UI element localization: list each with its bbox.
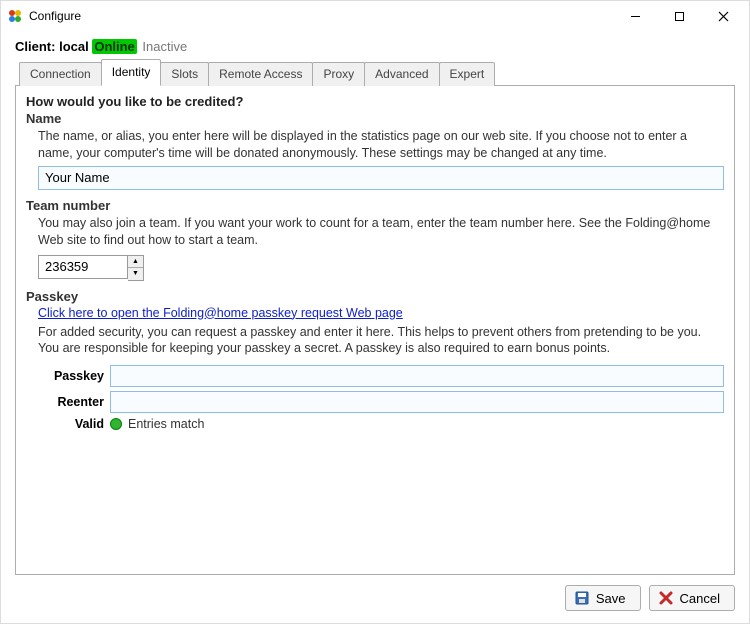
save-button[interactable]: Save	[565, 585, 641, 611]
passkey-group-title: Passkey	[26, 289, 724, 304]
name-desc: The name, or alias, you enter here will …	[38, 128, 724, 162]
name-group: Name The name, or alias, you enter here …	[26, 111, 724, 192]
close-button[interactable]	[701, 2, 745, 30]
cancel-icon	[658, 590, 674, 606]
reenter-label: Reenter	[38, 395, 104, 409]
passkey-label: Passkey	[38, 369, 104, 383]
dialog-footer: Save Cancel	[1, 579, 749, 623]
status-badge: Online	[92, 39, 136, 54]
name-input[interactable]	[38, 166, 724, 190]
save-button-label: Save	[596, 591, 626, 606]
tab-slots[interactable]: Slots	[160, 62, 209, 86]
tab-advanced[interactable]: Advanced	[364, 62, 439, 86]
tab-connection[interactable]: Connection	[19, 62, 102, 86]
content-area: Client: local Online Inactive Connection…	[1, 31, 749, 579]
client-prefix: Client:	[15, 39, 55, 54]
status-dot-icon	[110, 418, 122, 430]
passkey-request-link[interactable]: Click here to open the Folding@home pass…	[38, 306, 403, 320]
team-group-title: Team number	[26, 198, 724, 213]
valid-text: Entries match	[128, 417, 204, 431]
identity-panel: How would you like to be credited? Name …	[15, 85, 735, 575]
team-spin-buttons: ▲ ▼	[128, 255, 144, 281]
tab-expert[interactable]: Expert	[439, 62, 496, 86]
client-name: local	[59, 39, 89, 54]
window-title: Configure	[29, 9, 613, 23]
tab-proxy[interactable]: Proxy	[312, 62, 365, 86]
valid-label: Valid	[38, 417, 104, 431]
status-state: Inactive	[142, 39, 187, 54]
cancel-button-label: Cancel	[680, 591, 720, 606]
cancel-button[interactable]: Cancel	[649, 585, 735, 611]
save-icon	[574, 590, 590, 606]
team-group: Team number You may also join a team. If…	[26, 198, 724, 283]
name-group-title: Name	[26, 111, 724, 126]
tab-remote-access[interactable]: Remote Access	[208, 62, 313, 86]
tab-identity[interactable]: Identity	[101, 59, 162, 86]
client-status-line: Client: local Online Inactive	[15, 39, 735, 54]
panel-heading: How would you like to be credited?	[26, 94, 724, 109]
passkey-input[interactable]	[110, 365, 724, 387]
minimize-button[interactable]	[613, 2, 657, 30]
spin-down-icon[interactable]: ▼	[128, 268, 143, 280]
team-number-input[interactable]	[38, 255, 128, 279]
app-icon	[7, 8, 23, 24]
passkey-desc: For added security, you can request a pa…	[38, 324, 724, 358]
passkey-group: Passkey Click here to open the Folding@h…	[26, 289, 724, 434]
spin-up-icon[interactable]: ▲	[128, 256, 143, 268]
team-desc: You may also join a team. If you want yo…	[38, 215, 724, 249]
titlebar: Configure	[1, 1, 749, 31]
team-spin: ▲ ▼	[38, 255, 724, 281]
configure-window: Configure Client: local Online Inactive …	[0, 0, 750, 624]
tabstrip: Connection Identity Slots Remote Access …	[19, 59, 735, 86]
maximize-button[interactable]	[657, 2, 701, 30]
passkey-reenter-input[interactable]	[110, 391, 724, 413]
